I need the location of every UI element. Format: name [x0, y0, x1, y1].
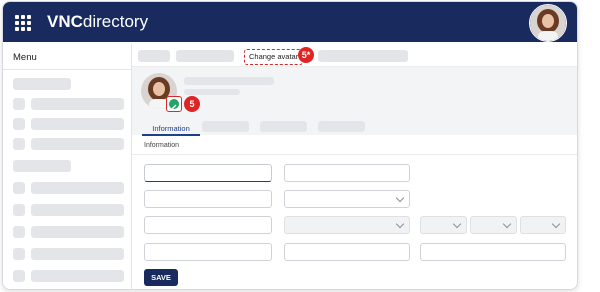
- toolbar-row: Change avatar 5*: [132, 44, 577, 67]
- chevron-down-icon: [452, 219, 462, 229]
- toolbar-placeholder[interactable]: [318, 50, 408, 62]
- menu-item-placeholder[interactable]: [31, 182, 124, 194]
- text-field[interactable]: [420, 243, 566, 261]
- tab-placeholder[interactable]: [318, 121, 365, 132]
- toolbar-placeholder[interactable]: [176, 50, 234, 62]
- text-field[interactable]: [144, 190, 272, 208]
- chevron-down-icon: [551, 219, 561, 229]
- text-field[interactable]: [284, 243, 410, 261]
- menu-icon-placeholder: [13, 182, 25, 194]
- divider: [132, 154, 577, 155]
- chevron-down-icon: [395, 219, 405, 229]
- menu-icon-placeholder: [13, 138, 25, 150]
- select-field[interactable]: [470, 216, 517, 234]
- menu-section-placeholder: [13, 78, 71, 90]
- menu-section-placeholder: [13, 160, 71, 172]
- menu-item-placeholder[interactable]: [31, 226, 124, 238]
- logo-bold: VNC: [47, 12, 83, 31]
- tab-placeholder[interactable]: [260, 121, 307, 132]
- menu-icon-placeholder: [13, 270, 25, 282]
- text-field[interactable]: [144, 216, 272, 234]
- top-bar: VNCdirectory: [3, 2, 577, 42]
- main-content: Change avatar 5* 5 Information Informati…: [132, 44, 577, 289]
- save-button[interactable]: SAVE: [144, 269, 178, 286]
- menu-icon-placeholder: [13, 226, 25, 238]
- menu-item-placeholder[interactable]: [31, 204, 124, 216]
- app-window: VNCdirectory Menu Change avatar 5* 5 Inf…: [2, 1, 578, 290]
- app-logo[interactable]: VNCdirectory: [47, 12, 148, 32]
- select-field[interactable]: [284, 190, 410, 208]
- toolbar-placeholder[interactable]: [138, 50, 170, 62]
- menu-icon-placeholder: [13, 118, 25, 130]
- step-badge-avatar: 5: [184, 96, 200, 112]
- menu-item-placeholder[interactable]: [31, 248, 124, 260]
- profile-name-placeholder: [184, 77, 274, 85]
- change-avatar-button[interactable]: Change avatar: [244, 49, 304, 65]
- profile-subtitle-placeholder: [184, 89, 240, 95]
- section-title: Information: [144, 142, 180, 149]
- menu-item-placeholder[interactable]: [31, 138, 124, 150]
- menu-icon-placeholder: [13, 98, 25, 110]
- sidebar: Menu: [3, 44, 132, 289]
- menu-item-placeholder[interactable]: [31, 118, 124, 130]
- text-field[interactable]: [284, 164, 410, 182]
- chevron-down-icon: [502, 219, 512, 229]
- chevron-down-icon: [395, 193, 405, 203]
- logo-rest: directory: [82, 12, 149, 31]
- user-avatar[interactable]: [529, 4, 567, 42]
- tab-information[interactable]: Information: [142, 124, 200, 133]
- grid-icon[interactable]: [15, 15, 31, 31]
- menu-item-placeholder[interactable]: [31, 98, 124, 110]
- step-badge: 5*: [298, 47, 314, 63]
- select-field[interactable]: [420, 216, 467, 234]
- tab-active-indicator: [142, 134, 200, 136]
- text-field[interactable]: [144, 243, 272, 261]
- menu-icon-placeholder: [13, 248, 25, 260]
- select-field[interactable]: [284, 216, 410, 234]
- sidebar-title: Menu: [13, 52, 37, 63]
- tab-placeholder[interactable]: [202, 121, 249, 132]
- menu-icon-placeholder: [13, 204, 25, 216]
- divider: [3, 69, 131, 70]
- edit-avatar-button[interactable]: [166, 96, 182, 112]
- select-field[interactable]: [520, 216, 566, 234]
- menu-item-placeholder[interactable]: [31, 270, 124, 282]
- text-field[interactable]: [144, 164, 272, 182]
- pencil-icon: [169, 99, 179, 109]
